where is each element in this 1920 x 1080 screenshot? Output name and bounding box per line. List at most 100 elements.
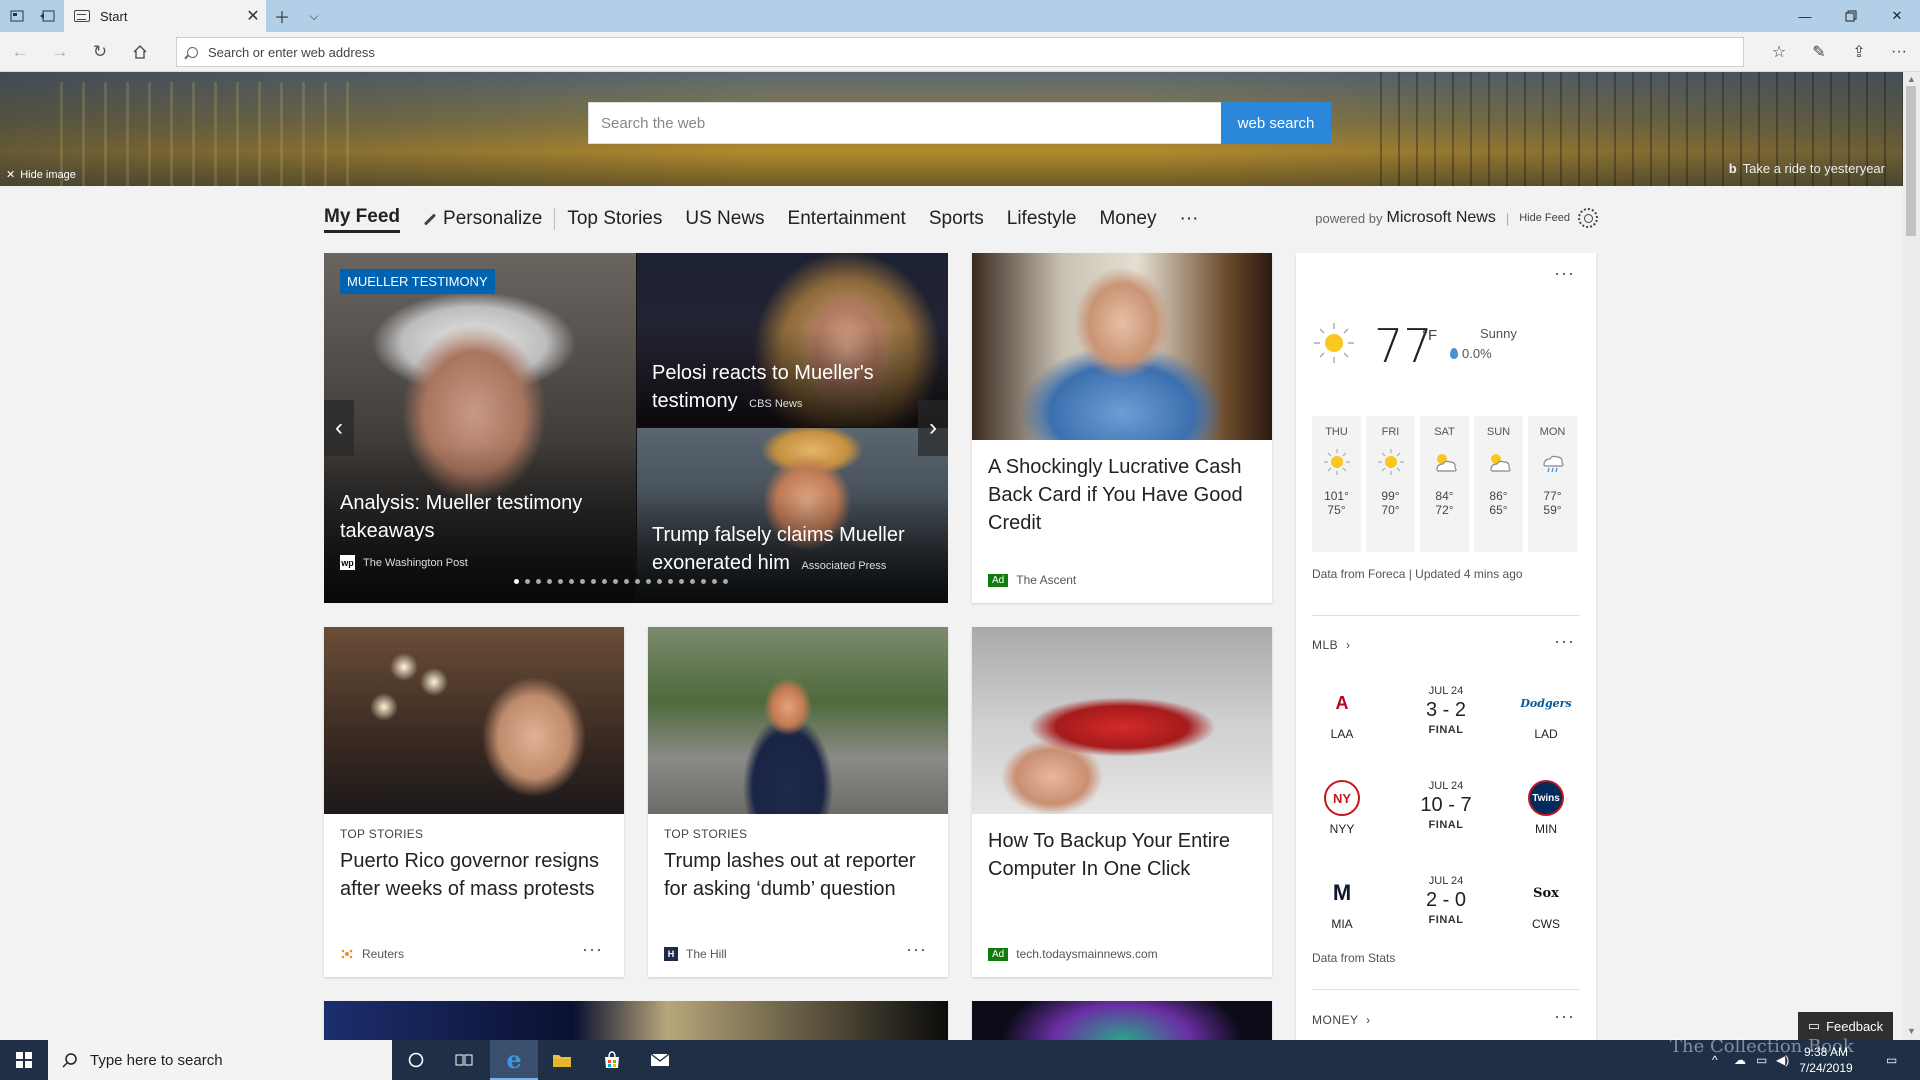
game-score[interactable]: JUL 24 2 - 0 FINAL — [1406, 875, 1486, 926]
tab-money[interactable]: Money — [1099, 208, 1156, 230]
more-menu-icon[interactable]: ··· — [1886, 40, 1912, 64]
carousel-page-dot[interactable] — [690, 579, 695, 584]
weather-more-options-icon[interactable]: ··· — [1554, 263, 1575, 284]
more-options-icon[interactable]: ··· — [906, 939, 927, 960]
back-arrow-icon[interactable]: ← — [6, 40, 34, 64]
team-away[interactable]: Dodgers LAD — [1516, 685, 1576, 742]
carousel-main-image[interactable] — [324, 253, 636, 603]
news-card[interactable] — [972, 1001, 1272, 1040]
carousel-page-dot[interactable] — [580, 579, 585, 584]
tab-list-chevron-icon[interactable]: ⌵ — [302, 4, 326, 28]
minimize-button[interactable]: — — [1782, 0, 1828, 32]
ad-card[interactable]: A Shockingly Lucrative Cash Back Card if… — [972, 253, 1272, 603]
team-home[interactable]: M MIA — [1312, 875, 1372, 931]
card-headline[interactable]: Trump lashes out at reporter for asking … — [664, 847, 932, 903]
close-window-button[interactable]: ✕ — [1874, 0, 1920, 32]
ad-card[interactable]: How To Backup Your Entire Computer In On… — [972, 627, 1272, 977]
mail-icon[interactable] — [636, 1040, 684, 1080]
forecast-day[interactable]: THU 101° 75° — [1312, 416, 1361, 552]
tab-top-stories[interactable]: Top Stories — [567, 208, 662, 230]
hide-feed-link[interactable]: Hide Feed — [1519, 212, 1570, 224]
carousel-page-dot[interactable] — [569, 579, 574, 584]
card-headline[interactable]: Puerto Rico governor resigns after weeks… — [340, 847, 608, 903]
file-explorer-icon[interactable] — [538, 1040, 586, 1080]
carousel-page-dot[interactable] — [635, 579, 640, 584]
web-search-input[interactable]: Search the web — [588, 102, 1222, 144]
card-headline[interactable]: How To Backup Your Entire Computer In On… — [988, 827, 1256, 883]
game-score[interactable]: JUL 24 10 - 7 FINAL — [1406, 780, 1486, 831]
tab-lifestyle[interactable]: Lifestyle — [1007, 208, 1077, 230]
cortana-icon[interactable] — [392, 1040, 440, 1080]
mlb-header[interactable]: MLB › — [1312, 638, 1351, 652]
forecast-day[interactable]: SAT 84° 72° — [1420, 416, 1469, 552]
restore-button[interactable] — [1828, 0, 1874, 32]
gear-icon[interactable] — [1578, 208, 1598, 228]
carousel-next-arrow[interactable]: › — [918, 400, 948, 456]
carousel-main-headline[interactable]: Analysis: Mueller testimony takeaways — [340, 489, 620, 545]
carousel-page-dot[interactable] — [624, 579, 629, 584]
team-away[interactable]: Sox CWS — [1516, 875, 1576, 932]
news-card[interactable] — [324, 1001, 948, 1040]
team-home[interactable]: NY NYY — [1312, 780, 1372, 836]
carousel-page-dot[interactable] — [723, 579, 728, 584]
tab-preview-icon[interactable] — [38, 7, 56, 25]
carousel-page-dot[interactable] — [712, 579, 717, 584]
carousel-page-dot[interactable] — [514, 579, 519, 584]
card-image[interactable] — [324, 627, 624, 814]
tab-us-news[interactable]: US News — [685, 208, 764, 230]
taskbar-search-input[interactable]: Type here to search — [48, 1040, 392, 1080]
favorites-star-icon[interactable]: ☆ — [1766, 40, 1792, 64]
start-button[interactable] — [0, 1040, 48, 1080]
address-input[interactable]: Search or enter web address — [176, 37, 1744, 67]
money-more-options-icon[interactable]: ··· — [1554, 1006, 1575, 1027]
scrollbar-thumb[interactable] — [1906, 86, 1916, 236]
tab-my-feed[interactable]: My Feed — [324, 206, 401, 233]
card-image[interactable] — [972, 253, 1272, 440]
more-options-icon[interactable]: ··· — [582, 939, 603, 960]
scroll-down-icon[interactable]: ▼ — [1907, 1026, 1916, 1036]
notifications-icon[interactable]: ▭ — [1886, 1040, 1897, 1080]
carousel-page-dot[interactable] — [591, 579, 596, 584]
carousel-page-dot[interactable] — [613, 579, 618, 584]
carousel-top-headline[interactable]: Pelosi reacts to Mueller's testimony CBS… — [652, 359, 912, 418]
carousel-prev-arrow[interactable]: ‹ — [324, 400, 354, 456]
carousel-page-dot[interactable] — [668, 579, 673, 584]
forecast-day[interactable]: FRI 99° 70° — [1366, 416, 1415, 552]
page-scrollbar[interactable]: ▲ ▼ — [1903, 72, 1920, 1040]
forward-arrow-icon[interactable]: → — [46, 40, 74, 64]
pen-icon[interactable]: ✎ — [1806, 40, 1832, 64]
carousel-page-dot[interactable] — [657, 579, 662, 584]
carousel-page-dot[interactable] — [536, 579, 541, 584]
carousel-pager[interactable] — [514, 579, 728, 584]
card-image[interactable] — [972, 627, 1272, 814]
money-header[interactable]: MONEY › — [1312, 1013, 1371, 1027]
tab-entertainment[interactable]: Entertainment — [788, 208, 906, 230]
carousel-page-dot[interactable] — [646, 579, 651, 584]
image-caption-link[interactable]: b Take a ride to yesteryear — [1729, 161, 1885, 176]
refresh-icon[interactable]: ↻ — [86, 40, 114, 64]
store-icon[interactable] — [588, 1040, 636, 1080]
topic-badge[interactable]: MUELLER TESTIMONY — [340, 269, 495, 294]
carousel-page-dot[interactable] — [525, 579, 530, 584]
team-home[interactable]: A LAA — [1312, 685, 1372, 742]
scroll-up-icon[interactable]: ▲ — [1907, 74, 1916, 84]
tab-sports[interactable]: Sports — [929, 208, 984, 230]
card-image[interactable] — [324, 1001, 948, 1040]
carousel-page-dot[interactable] — [558, 579, 563, 584]
news-card[interactable]: TOP STORIES Trump lashes out at reporter… — [648, 627, 948, 977]
more-tabs-button[interactable]: ··· — [1180, 208, 1199, 230]
tab-start[interactable]: Start ✕ — [64, 0, 266, 32]
team-away[interactable]: Twins MIN — [1516, 780, 1576, 836]
top-story-carousel[interactable]: MUELLER TESTIMONY Analysis: Mueller test… — [324, 253, 948, 603]
temperature-unit[interactable]: °F — [1422, 327, 1437, 344]
card-image[interactable] — [972, 1001, 1272, 1040]
new-tab-icon[interactable]: ＋ — [270, 4, 294, 28]
carousel-page-dot[interactable] — [547, 579, 552, 584]
forecast-day[interactable]: MON 77° 59° — [1528, 416, 1577, 552]
web-search-button[interactable]: web search — [1221, 102, 1331, 144]
carousel-page-dot[interactable] — [602, 579, 607, 584]
close-tab-icon[interactable]: ✕ — [240, 6, 266, 26]
card-image[interactable] — [648, 627, 948, 814]
news-card[interactable]: TOP STORIES Puerto Rico governor resigns… — [324, 627, 624, 977]
tab-personalize[interactable]: Personalize — [423, 208, 556, 230]
